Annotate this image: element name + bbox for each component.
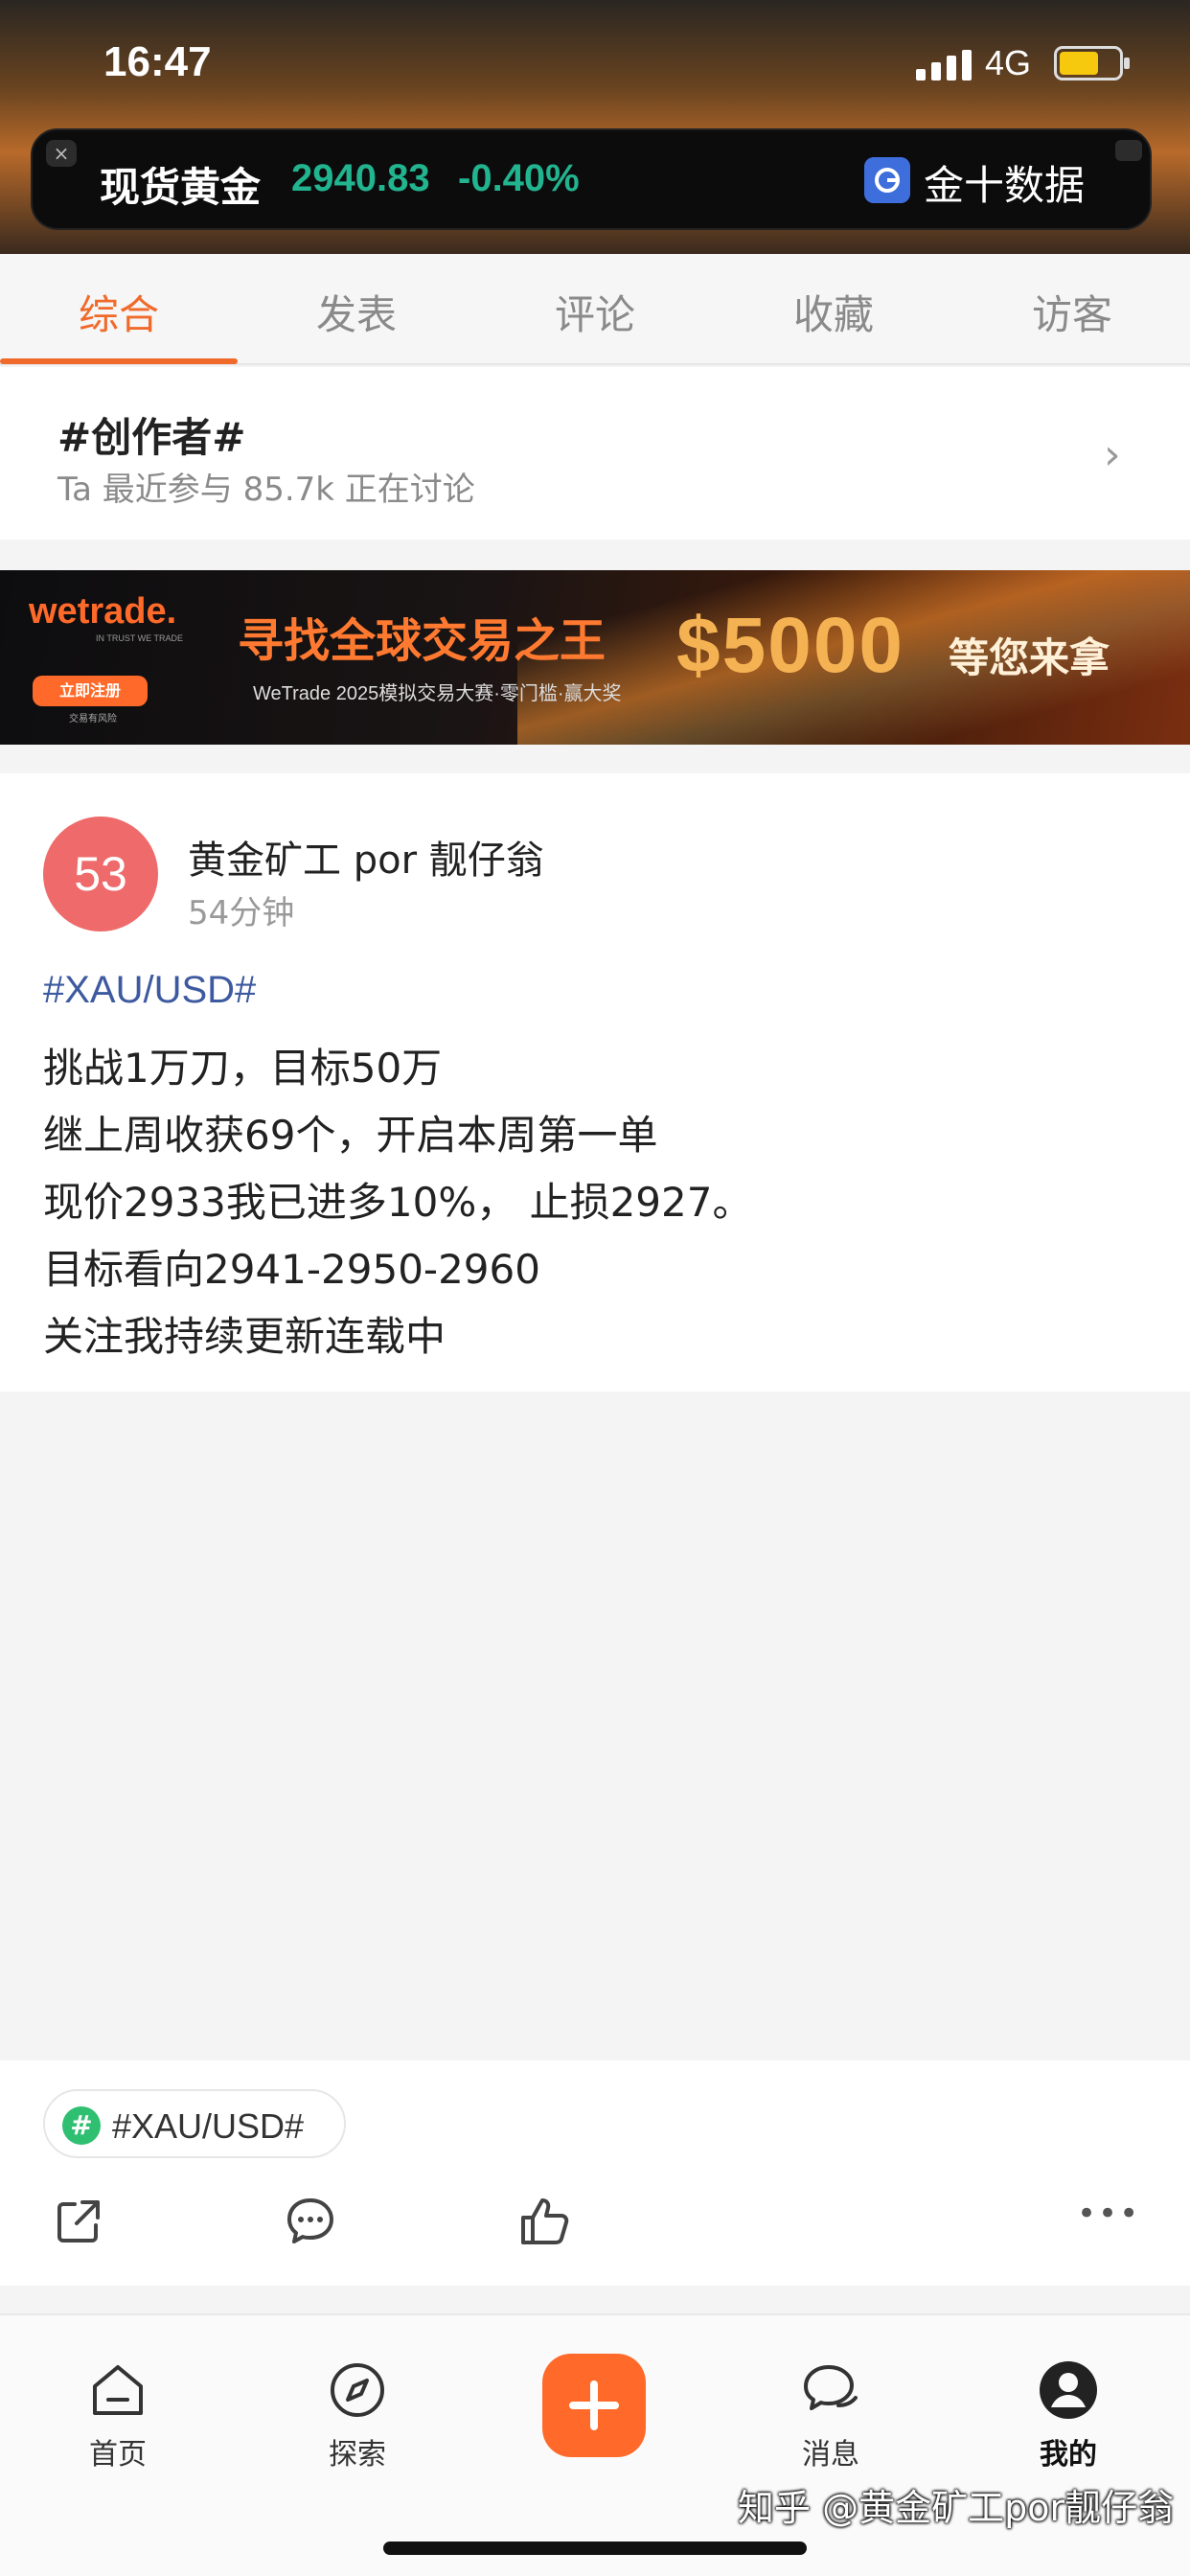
home-indicator[interactable] bbox=[383, 2542, 807, 2555]
hashtag-chip[interactable]: # #XAU/USD# bbox=[43, 2089, 346, 2158]
post-time: 54分钟 bbox=[188, 894, 295, 932]
risk-note: 交易有风险 bbox=[69, 714, 117, 724]
plus-icon bbox=[569, 2380, 619, 2430]
nav-home-label: 首页 bbox=[89, 2438, 147, 2472]
home-icon bbox=[93, 2365, 143, 2415]
post-line: 挑战1万刀，目标50万 bbox=[43, 1045, 443, 1092]
zhihu-watermark: 知乎 @黄金矿工por靓仔翁 bbox=[738, 2487, 1175, 2529]
chevron-right-icon: › bbox=[1104, 430, 1121, 479]
jin10-logo-icon bbox=[864, 157, 910, 203]
ad-banner[interactable]: wetrade. IN TRUST WE TRADE 立即注册 交易有风险 寻找… bbox=[0, 570, 1190, 745]
user-icon bbox=[1040, 2361, 1097, 2419]
price-ticker[interactable]: × 现货黄金 2940.83 -0.40% 金十数据 bbox=[31, 128, 1152, 230]
post-line: 现价2933我已进多10%， 止损2927。 bbox=[43, 1179, 753, 1226]
close-icon[interactable]: × bbox=[46, 140, 77, 167]
top-header: 16:47 4G × 现货黄金 2940.83 -0.40% 金十数据 bbox=[0, 0, 1190, 254]
post-actions-bar: # #XAU/USD# ••• bbox=[0, 2060, 1190, 2286]
comment-icon[interactable] bbox=[284, 2195, 337, 2248]
avatar[interactable]: 53 bbox=[43, 816, 158, 932]
tab-comments[interactable]: 评论 bbox=[499, 283, 691, 341]
ticker-price: 2940.83 bbox=[291, 157, 430, 199]
like-icon[interactable] bbox=[517, 2195, 571, 2248]
ticker-change: -0.40% bbox=[458, 157, 580, 199]
banner-prize: $5000 bbox=[676, 602, 905, 689]
ticker-name: 现货黄金 bbox=[100, 164, 262, 211]
nav-me[interactable]: 我的 bbox=[996, 2359, 1140, 2472]
nav-messages-label: 消息 bbox=[802, 2438, 859, 2472]
hashtag-icon: # bbox=[62, 2106, 101, 2145]
ticker-brand: 金十数据 bbox=[924, 162, 1086, 209]
post-line: 目标看向2941-2950-2960 bbox=[43, 1246, 540, 1293]
tab-visitors[interactable]: 访客 bbox=[976, 283, 1168, 341]
banner-headline: 寻找全球交易之王 bbox=[238, 614, 606, 668]
topic-title: #创作者# bbox=[57, 414, 246, 461]
share-icon[interactable] bbox=[52, 2195, 105, 2248]
topic-card[interactable]: #创作者# Ta 最近参与 85.7k 正在讨论 › bbox=[0, 367, 1190, 540]
status-time: 16:47 bbox=[103, 38, 212, 85]
tab-favorites[interactable]: 收藏 bbox=[738, 283, 929, 341]
post-line: 继上周收获69个，开启本周第一单 bbox=[43, 1112, 658, 1159]
profile-tabs: 综合 发表 评论 收藏 访客 bbox=[0, 254, 1190, 365]
hashtag-chip-label: #XAU/USD# bbox=[112, 2106, 305, 2146]
tab-indicator bbox=[0, 358, 238, 364]
topic-meta: Ta 最近参与 85.7k 正在讨论 bbox=[57, 471, 475, 509]
banner-subtitle: WeTrade 2025模拟交易大赛·零门槛·赢大奖 bbox=[253, 683, 622, 704]
pip-icon[interactable] bbox=[1115, 140, 1142, 161]
author-name[interactable]: 黄金矿工 por 靓仔翁 bbox=[188, 829, 544, 885]
bottom-nav: 首页 探索 消息 我的 bbox=[0, 2313, 1190, 2576]
nav-home[interactable]: 首页 bbox=[46, 2359, 190, 2472]
nav-me-label: 我的 bbox=[1040, 2438, 1097, 2472]
signal-icon bbox=[916, 50, 972, 80]
post-line: 关注我持续更新连载中 bbox=[43, 1313, 446, 1360]
compose-button[interactable] bbox=[542, 2354, 646, 2457]
nav-explore[interactable]: 探索 bbox=[286, 2359, 429, 2472]
battery-icon bbox=[1054, 46, 1130, 80]
nav-messages[interactable]: 消息 bbox=[759, 2359, 903, 2472]
banner-tail: 等您来拿 bbox=[949, 634, 1110, 681]
wetrade-slogan: IN TRUST WE TRADE bbox=[96, 633, 184, 643]
nav-explore-label: 探索 bbox=[329, 2438, 386, 2472]
tab-posts[interactable]: 发表 bbox=[261, 283, 452, 341]
post-card[interactable]: 53 黄金矿工 por 靓仔翁 54分钟 #XAU/USD# 挑战1万刀，目标5… bbox=[0, 773, 1190, 1392]
wetrade-logo: wetrade. bbox=[29, 591, 177, 632]
chat-icon bbox=[804, 2365, 858, 2410]
tab-overview[interactable]: 综合 bbox=[23, 283, 215, 341]
compass-icon bbox=[331, 2363, 384, 2417]
more-icon[interactable]: ••• bbox=[1077, 2195, 1140, 2233]
network-type: 4G bbox=[985, 43, 1032, 82]
register-button[interactable]: 立即注册 bbox=[33, 676, 148, 706]
post-hashtag[interactable]: #XAU/USD# bbox=[43, 969, 256, 1012]
